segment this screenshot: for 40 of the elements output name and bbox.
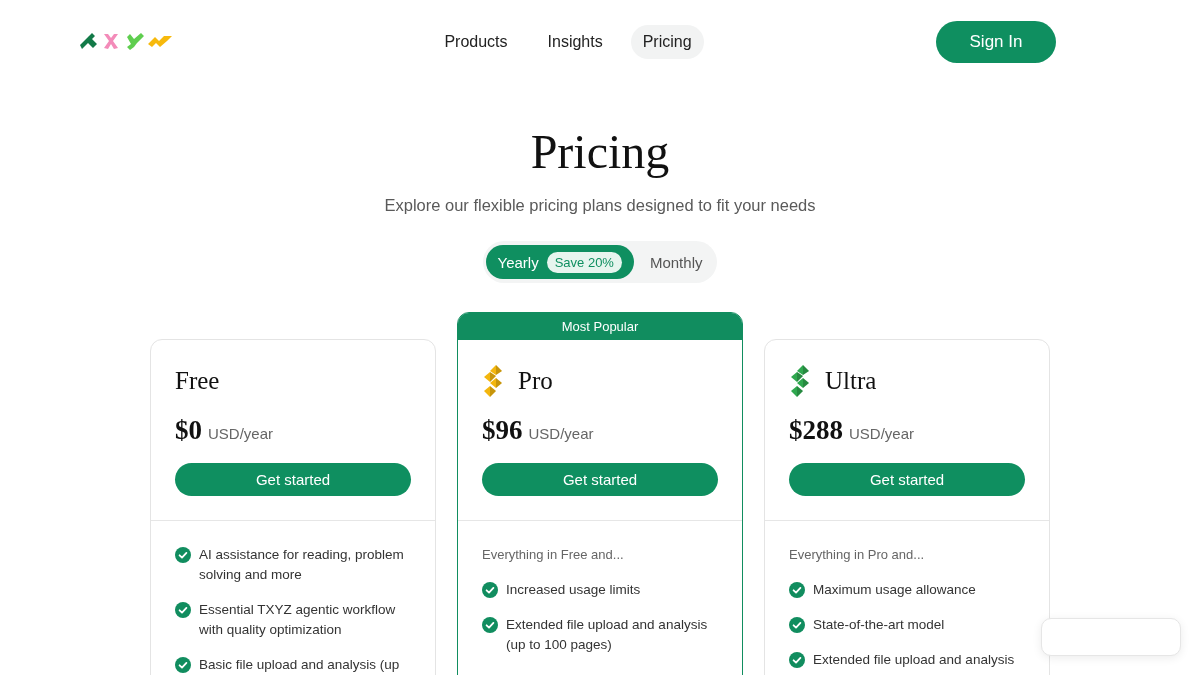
- plan-name: Free: [175, 366, 220, 396]
- plan-price: $288: [789, 415, 843, 446]
- billing-period: USD/year: [849, 425, 915, 442]
- check-icon: [482, 617, 498, 633]
- feature-text: Increased usage limits: [506, 581, 642, 599]
- get-started-button[interactable]: Get started: [789, 463, 1025, 496]
- plan-name: Pro: [518, 366, 553, 396]
- feature-text: Essential TXYZ agentic workflow with quality optimization: [199, 601, 397, 639]
- page-title: Pricing: [530, 124, 670, 180]
- plan-name: Ultra: [825, 366, 877, 396]
- check-icon: [175, 602, 191, 618]
- billing-option[interactable]: Yearly Save 20%: [485, 245, 634, 279]
- discount-badge: Save 20%: [546, 251, 622, 273]
- nav-link[interactable]: Pricing: [630, 25, 704, 59]
- feature-text: State-of-the-art model: [813, 616, 946, 634]
- billing-period: USD/year: [208, 425, 274, 442]
- sign-in-button[interactable]: Sign In: [936, 21, 1056, 63]
- logo[interactable]: [80, 33, 172, 51]
- feature-intro: Everything in Free and...: [482, 546, 625, 564]
- get-started-button[interactable]: Get started: [175, 463, 411, 496]
- nav-link[interactable]: Products: [432, 25, 520, 59]
- plan-price: $0: [175, 415, 202, 446]
- feature-intro: Everything in Pro and...: [789, 546, 926, 564]
- check-icon: [175, 547, 191, 563]
- page-subtitle: Explore our flexible pricing plans designed to fit your needs: [384, 195, 816, 216]
- popular-badge: Most Popular: [458, 313, 742, 340]
- billing-period: USD/year: [528, 425, 594, 442]
- nav-link[interactable]: Insights: [535, 25, 615, 59]
- feature-text: Extended file upload and analysis: [813, 651, 1016, 669]
- check-icon: [789, 652, 805, 668]
- feature-text: AI assistance for reading, problem solving and more: [199, 546, 405, 584]
- plan-price: $96: [482, 415, 523, 446]
- get-started-button[interactable]: Get started: [482, 463, 718, 496]
- check-icon: [789, 582, 805, 598]
- feature-text: Maximum usage allowance: [813, 581, 977, 599]
- feature-text: Basic file upload and analysis (up: [199, 656, 401, 674]
- feature-text: Extended file upload and analysis (up to 100 pages): [506, 616, 709, 654]
- check-icon: [482, 582, 498, 598]
- billing-option[interactable]: Monthly: [637, 245, 715, 279]
- check-icon: [789, 617, 805, 633]
